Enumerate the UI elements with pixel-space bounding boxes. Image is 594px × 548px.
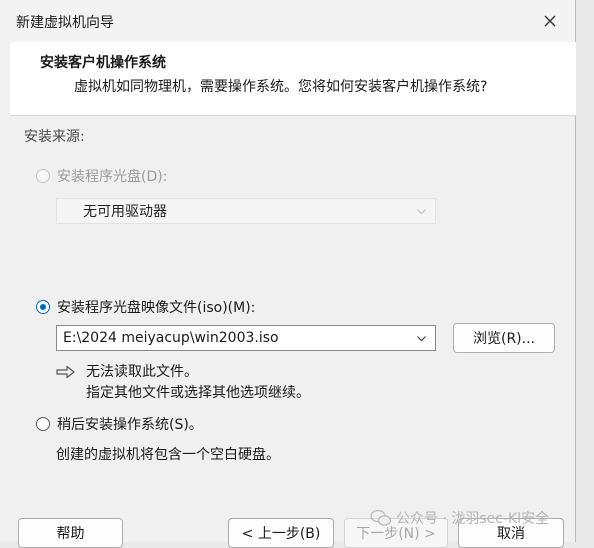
- cancel-button[interactable]: 取消: [458, 518, 564, 548]
- chevron-down-icon: [417, 209, 426, 215]
- page-subtitle: 虚拟机如同物理机，需要操作系统。您将如何安装客户机操作系统?: [74, 79, 488, 95]
- radio-installer-disc[interactable]: 安装程序光盘(D):: [36, 166, 167, 186]
- radio-install-later[interactable]: 稍后安装操作系统(S)。: [36, 414, 203, 434]
- title-bar: 新建虚拟机向导: [0, 0, 575, 42]
- radio-button[interactable]: [36, 417, 50, 431]
- page-title: 安装客户机操作系统: [40, 55, 166, 71]
- help-button[interactable]: 帮助: [18, 518, 123, 548]
- window-title: 新建虚拟机向导: [16, 15, 114, 31]
- radio-button[interactable]: [36, 169, 50, 183]
- chevron-down-icon: [417, 336, 426, 342]
- browse-button[interactable]: 浏览(R)...: [453, 323, 555, 353]
- radio-installer-iso[interactable]: 安装程序光盘映像文件(iso)(M):: [36, 297, 255, 317]
- warning-line-1: 无法读取此文件。: [86, 364, 198, 380]
- close-button[interactable]: [539, 10, 561, 32]
- iso-path-value: E:\2024 meiyacup\win2003.iso: [63, 330, 279, 346]
- warning-line-2: 指定其他文件或选择其他选项继续。: [86, 385, 310, 401]
- radio-label: 稍后安装操作系统(S)。: [57, 417, 203, 433]
- radio-label: 安装程序光盘(D):: [57, 169, 168, 185]
- iso-warning-message: 无法读取此文件。 指定其他文件或选择其他选项继续。: [56, 362, 310, 404]
- dropdown-value: 无可用驱动器: [83, 204, 167, 220]
- disc-drive-dropdown[interactable]: 无可用驱动器: [56, 198, 436, 224]
- arrow-right-icon: [56, 365, 75, 379]
- radio-button[interactable]: [36, 300, 50, 314]
- iso-path-combobox[interactable]: E:\2024 meiyacup\win2003.iso: [56, 325, 436, 351]
- install-source-panel: 安装来源: 安装程序光盘(D): 无可用驱动器 安装程序光盘映像文件(iso)(…: [10, 116, 576, 542]
- install-source-label: 安装来源:: [24, 129, 85, 145]
- close-icon: [544, 15, 556, 27]
- new-vm-wizard-window: 新建虚拟机向导 安装客户机操作系统 虚拟机如同物理机，需要操作系统。您将如何安装…: [0, 0, 576, 548]
- next-button[interactable]: 下一步(N) >: [344, 518, 448, 548]
- install-later-note: 创建的虚拟机将包含一个空白硬盘。: [56, 447, 280, 463]
- wizard-header: 安装客户机操作系统 虚拟机如同物理机，需要操作系统。您将如何安装客户机操作系统?: [10, 42, 576, 116]
- radio-label: 安装程序光盘映像文件(iso)(M):: [57, 300, 256, 316]
- back-button[interactable]: < 上一步(B): [228, 518, 334, 548]
